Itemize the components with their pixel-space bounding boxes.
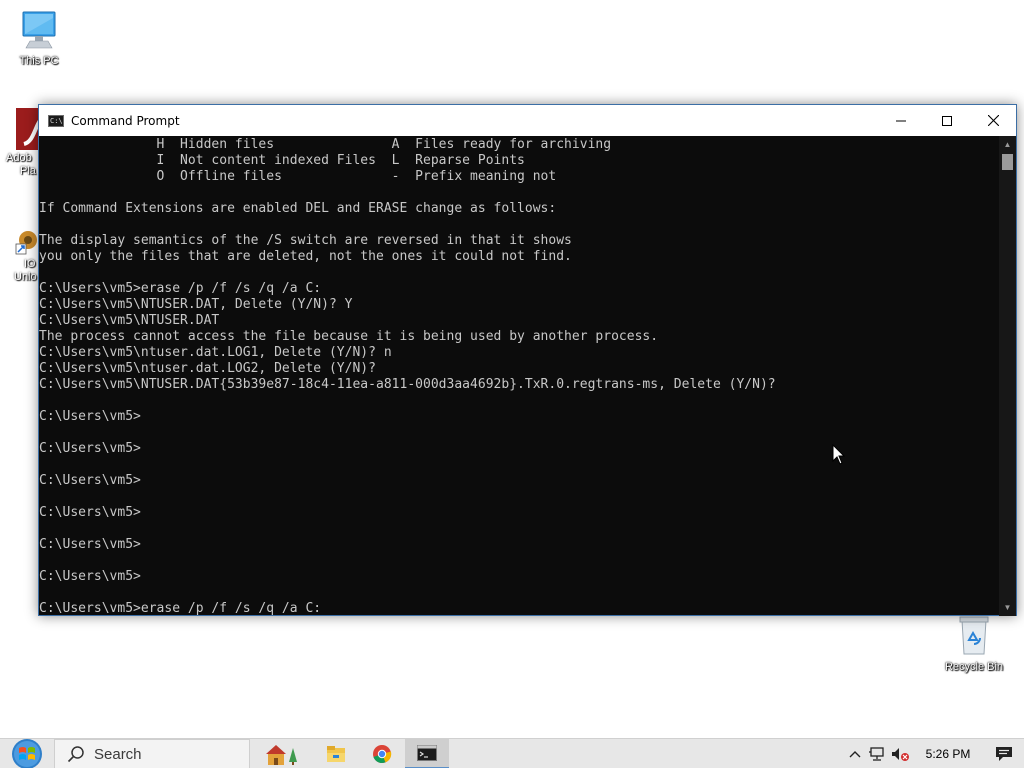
recycle-bin-icon xyxy=(959,616,989,655)
command-prompt-window[interactable]: C:\ Command Prompt H Hidden files A File… xyxy=(38,104,1017,616)
this-pc-label: This PC xyxy=(19,55,59,67)
chevron-up-icon xyxy=(849,751,861,758)
scroll-down-arrow-icon[interactable]: ▼ xyxy=(999,599,1016,616)
chrome-icon xyxy=(373,745,392,764)
system-tray: 5:26 PM xyxy=(844,739,1024,768)
console-line: The process cannot access the file becau… xyxy=(39,329,659,344)
console-line: C:\Users\vm5> xyxy=(39,473,141,488)
adobe-label-2: Pla xyxy=(20,165,36,177)
console-output[interactable]: H Hidden files A Files ready for archivi… xyxy=(39,136,1001,616)
this-pc-desktop-icon[interactable]: This PC xyxy=(1,10,77,68)
close-icon xyxy=(987,115,999,126)
console-line: you only the files that are deleted, not… xyxy=(39,249,572,264)
taskbar-app-file-explorer[interactable] xyxy=(314,739,358,768)
console-line: C:\Users\vm5\NTUSER.DAT{53b39e87-18c4-11… xyxy=(39,377,776,392)
vertical-scrollbar[interactable]: ▲ ▼ xyxy=(999,136,1016,616)
console-line: I Not content indexed Files L Reparse Po… xyxy=(39,153,525,168)
console-line: C:\Users\vm5> xyxy=(39,505,141,520)
console-line: C:\Users\vm5> xyxy=(39,537,141,552)
console-line: H Hidden files A Files ready for archivi… xyxy=(39,137,612,152)
recycle-bin-desktop-icon[interactable]: Recycle Bin xyxy=(936,614,1012,674)
console-line: C:\Users\vm5> xyxy=(39,569,141,584)
volume-button[interactable] xyxy=(888,739,912,768)
maximize-button[interactable] xyxy=(924,105,970,136)
console-line: C:\Users\vm5\NTUSER.DAT, Delete (Y/N)? Y xyxy=(39,297,353,312)
this-pc-icon xyxy=(22,11,56,49)
network-button[interactable] xyxy=(866,739,888,768)
search-icon xyxy=(67,746,84,763)
close-button[interactable] xyxy=(970,105,1016,136)
adobe-desktop-icon[interactable]: Adob Pla xyxy=(0,106,40,190)
taskbar: Search 5:26 PM xyxy=(0,738,1024,768)
mouse-pointer-icon xyxy=(832,444,846,465)
console-line: If Command Extensions are enabled DEL an… xyxy=(39,201,557,216)
console-line: C:\Users\vm5\ntuser.dat.LOG1, Delete (Y/… xyxy=(39,345,392,360)
console-line: C:\Users\vm5>erase /p /f /s /q /a C: xyxy=(39,281,322,296)
unlocker-label-2: Unlo xyxy=(14,271,37,283)
title-bar[interactable]: C:\ Command Prompt xyxy=(39,105,1016,136)
taskbar-app-command-prompt[interactable] xyxy=(405,739,449,768)
recycle-bin-label: Recycle Bin xyxy=(944,661,1004,673)
start-button[interactable] xyxy=(0,739,54,768)
command-prompt-icon: C:\ xyxy=(48,114,64,127)
volume-muted-icon xyxy=(892,748,909,761)
network-icon xyxy=(869,747,884,761)
minimize-icon xyxy=(896,120,906,121)
taskbar-search-box[interactable]: Search xyxy=(54,739,250,768)
unlocker-label-1: IO xyxy=(24,258,36,270)
adobe-flash-icon xyxy=(16,108,40,150)
console-line: The display semantics of the /S switch a… xyxy=(39,233,572,248)
window-title: Command Prompt xyxy=(71,113,180,128)
console-line: C:\Users\vm5\ntuser.dat.LOG2, Delete (Y/… xyxy=(39,361,376,376)
store-icon xyxy=(266,745,297,765)
scroll-up-arrow-icon[interactable]: ▲ xyxy=(999,136,1016,153)
console-line: O Offline files - Prefix meaning not xyxy=(39,169,557,184)
taskbar-clock[interactable]: 5:26 PM xyxy=(912,739,984,768)
console-line: C:\Users\vm5> xyxy=(39,441,141,456)
console-line: C:\Users\vm5>erase /p /f /s /q /a C: xyxy=(39,601,322,616)
scroll-thumb[interactable] xyxy=(1002,154,1013,170)
console-line: C:\Users\vm5\NTUSER.DAT xyxy=(39,313,220,328)
taskbar-app-store[interactable] xyxy=(260,739,304,768)
action-center-button[interactable] xyxy=(984,739,1024,768)
iobit-unlocker-desktop-icon[interactable]: IO Unlo xyxy=(0,228,40,292)
minimize-button[interactable] xyxy=(878,105,924,136)
show-hidden-icons-button[interactable] xyxy=(844,739,866,768)
command-prompt-icon xyxy=(417,745,437,761)
gear-shortcut-icon xyxy=(15,231,37,255)
search-placeholder: Search xyxy=(94,745,142,763)
notification-icon xyxy=(996,747,1012,761)
taskbar-app-chrome[interactable] xyxy=(360,739,404,768)
windows-start-orb-icon xyxy=(12,739,42,768)
file-explorer-icon xyxy=(327,746,345,762)
adobe-label-1: Adob xyxy=(6,152,32,164)
console-line: C:\Users\vm5> xyxy=(39,409,141,424)
maximize-icon xyxy=(942,115,952,126)
